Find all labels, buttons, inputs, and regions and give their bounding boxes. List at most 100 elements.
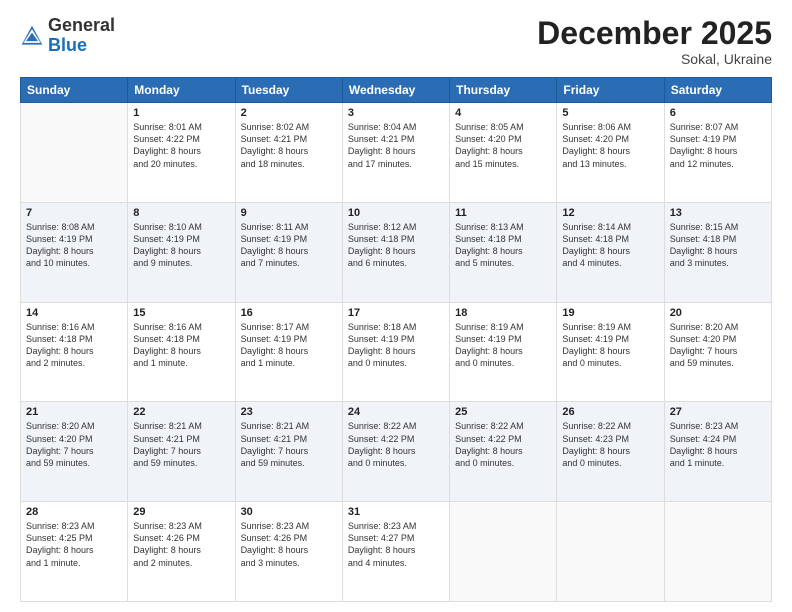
month-title: December 2025: [537, 16, 772, 51]
day-number: 1: [133, 107, 229, 119]
cell-info: Sunrise: 8:11 AMSunset: 4:19 PMDaylight:…: [241, 221, 337, 270]
cell-info: Sunrise: 8:22 AMSunset: 4:23 PMDaylight:…: [562, 420, 658, 469]
calendar-cell: 26 Sunrise: 8:22 AMSunset: 4:23 PMDayligh…: [557, 402, 664, 502]
calendar-cell: 13 Sunrise: 8:15 AMSunset: 4:18 PMDayligh…: [664, 202, 771, 302]
cell-info: Sunrise: 8:23 AMSunset: 4:26 PMDaylight:…: [133, 520, 229, 569]
calendar-cell: 28Sunrise: 8:23 AMSunset: 4:25 PMDayligh…: [21, 502, 128, 602]
day-number: 25: [455, 406, 551, 418]
calendar-cell: 11 Sunrise: 8:13 AMSunset: 4:18 PMDayligh…: [450, 202, 557, 302]
day-number: 7: [26, 207, 122, 219]
logo-blue-text: Blue: [48, 35, 87, 55]
day-number: 26: [562, 406, 658, 418]
day-number: 6: [670, 107, 766, 119]
calendar-cell: 19 Sunrise: 8:19 AMSunset: 4:19 PMDayligh…: [557, 302, 664, 402]
calendar-cell: 14 Sunrise: 8:16 AMSunset: 4:18 PMDayligh…: [21, 302, 128, 402]
day-number: 19: [562, 307, 658, 319]
header: General Blue December 2025 Sokal, Ukrain…: [20, 16, 772, 67]
cell-info: Sunrise: 8:21 AMSunset: 4:21 PMDaylight:…: [241, 420, 337, 469]
day-header-thursday: Thursday: [450, 78, 557, 103]
calendar-cell: 4Sunrise: 8:05 AMSunset: 4:20 PMDaylight…: [450, 103, 557, 203]
cell-info: Sunrise: 8:14 AMSunset: 4:18 PMDaylight:…: [562, 221, 658, 270]
cell-info: Sunrise: 8:23 AMSunset: 4:24 PMDaylight:…: [670, 420, 766, 469]
day-number: 12: [562, 207, 658, 219]
cell-info: Sunrise: 8:23 AMSunset: 4:27 PMDaylight:…: [348, 520, 444, 569]
calendar-cell: 24 Sunrise: 8:22 AMSunset: 4:22 PMDayligh…: [342, 402, 449, 502]
day-header-saturday: Saturday: [664, 78, 771, 103]
calendar-week-row: 21 Sunrise: 8:20 AMSunset: 4:20 PMDayligh…: [21, 402, 772, 502]
calendar-week-row: 1 Sunrise: 8:01 AMSunset: 4:22 PMDaylight…: [21, 103, 772, 203]
calendar-table: SundayMondayTuesdayWednesdayThursdayFrid…: [20, 77, 772, 602]
calendar-cell: 2Sunrise: 8:02 AMSunset: 4:21 PMDaylight…: [235, 103, 342, 203]
calendar-cell: 10Sunrise: 8:12 AMSunset: 4:18 PMDayligh…: [342, 202, 449, 302]
calendar-week-row: 7Sunrise: 8:08 AMSunset: 4:19 PMDaylight…: [21, 202, 772, 302]
cell-info: Sunrise: 8:15 AMSunset: 4:18 PMDaylight:…: [670, 221, 766, 270]
calendar-cell: 3 Sunrise: 8:04 AMSunset: 4:21 PMDaylight…: [342, 103, 449, 203]
day-header-sunday: Sunday: [21, 78, 128, 103]
day-header-tuesday: Tuesday: [235, 78, 342, 103]
day-number: 17: [348, 307, 444, 319]
day-number: 13: [670, 207, 766, 219]
calendar-cell: 16 Sunrise: 8:17 AMSunset: 4:19 PMDayligh…: [235, 302, 342, 402]
calendar-cell: [21, 103, 128, 203]
calendar-cell: 8Sunrise: 8:10 AMSunset: 4:19 PMDaylight…: [128, 202, 235, 302]
calendar-header-row: SundayMondayTuesdayWednesdayThursdayFrid…: [21, 78, 772, 103]
day-number: 31: [348, 506, 444, 518]
calendar-cell: [664, 502, 771, 602]
cell-info: Sunrise: 8:04 AMSunset: 4:21 PMDaylight:…: [348, 121, 444, 170]
calendar-cell: 9Sunrise: 8:11 AMSunset: 4:19 PMDaylight…: [235, 202, 342, 302]
cell-info: Sunrise: 8:20 AMSunset: 4:20 PMDaylight:…: [670, 321, 766, 370]
logo: General Blue: [20, 16, 115, 56]
cell-info: Sunrise: 8:21 AMSunset: 4:21 PMDaylight:…: [133, 420, 229, 469]
day-number: 16: [241, 307, 337, 319]
calendar-cell: 5Sunrise: 8:06 AMSunset: 4:20 PMDaylight…: [557, 103, 664, 203]
day-number: 11: [455, 207, 551, 219]
calendar-cell: 22Sunrise: 8:21 AMSunset: 4:21 PMDayligh…: [128, 402, 235, 502]
calendar-cell: 12 Sunrise: 8:14 AMSunset: 4:18 PMDayligh…: [557, 202, 664, 302]
day-number: 3: [348, 107, 444, 119]
cell-info: Sunrise: 8:17 AMSunset: 4:19 PMDaylight:…: [241, 321, 337, 370]
cell-info: Sunrise: 8:22 AMSunset: 4:22 PMDaylight:…: [348, 420, 444, 469]
day-number: 28: [26, 506, 122, 518]
location: Sokal, Ukraine: [537, 51, 772, 67]
calendar-cell: 21 Sunrise: 8:20 AMSunset: 4:20 PMDayligh…: [21, 402, 128, 502]
day-number: 27: [670, 406, 766, 418]
day-number: 2: [241, 107, 337, 119]
calendar-cell: 6Sunrise: 8:07 AMSunset: 4:19 PMDaylight…: [664, 103, 771, 203]
cell-info: Sunrise: 8:19 AMSunset: 4:19 PMDaylight:…: [455, 321, 551, 370]
calendar-cell: 20 Sunrise: 8:20 AMSunset: 4:20 PMDayligh…: [664, 302, 771, 402]
cell-info: Sunrise: 8:20 AMSunset: 4:20 PMDaylight:…: [26, 420, 122, 469]
calendar-week-row: 14 Sunrise: 8:16 AMSunset: 4:18 PMDayligh…: [21, 302, 772, 402]
cell-info: Sunrise: 8:13 AMSunset: 4:18 PMDaylight:…: [455, 221, 551, 270]
logo-text: General Blue: [48, 16, 115, 56]
cell-info: Sunrise: 8:18 AMSunset: 4:19 PMDaylight:…: [348, 321, 444, 370]
cell-info: Sunrise: 8:10 AMSunset: 4:19 PMDaylight:…: [133, 221, 229, 270]
calendar-cell: [450, 502, 557, 602]
day-number: 20: [670, 307, 766, 319]
cell-info: Sunrise: 8:01 AMSunset: 4:22 PMDaylight:…: [133, 121, 229, 170]
calendar-cell: 18 Sunrise: 8:19 AMSunset: 4:19 PMDayligh…: [450, 302, 557, 402]
cell-info: Sunrise: 8:19 AMSunset: 4:19 PMDaylight:…: [562, 321, 658, 370]
day-number: 24: [348, 406, 444, 418]
calendar-cell: 15Sunrise: 8:16 AMSunset: 4:18 PMDayligh…: [128, 302, 235, 402]
day-header-friday: Friday: [557, 78, 664, 103]
logo-icon: [20, 24, 44, 48]
cell-info: Sunrise: 8:23 AMSunset: 4:26 PMDaylight:…: [241, 520, 337, 569]
day-number: 18: [455, 307, 551, 319]
calendar-cell: 1 Sunrise: 8:01 AMSunset: 4:22 PMDaylight…: [128, 103, 235, 203]
calendar-cell: 29 Sunrise: 8:23 AMSunset: 4:26 PMDayligh…: [128, 502, 235, 602]
logo-general-text: General: [48, 15, 115, 35]
day-number: 21: [26, 406, 122, 418]
cell-info: Sunrise: 8:05 AMSunset: 4:20 PMDaylight:…: [455, 121, 551, 170]
day-number: 29: [133, 506, 229, 518]
calendar-cell: 23Sunrise: 8:21 AMSunset: 4:21 PMDayligh…: [235, 402, 342, 502]
cell-info: Sunrise: 8:06 AMSunset: 4:20 PMDaylight:…: [562, 121, 658, 170]
day-number: 14: [26, 307, 122, 319]
day-number: 30: [241, 506, 337, 518]
cell-info: Sunrise: 8:22 AMSunset: 4:22 PMDaylight:…: [455, 420, 551, 469]
calendar-cell: 7Sunrise: 8:08 AMSunset: 4:19 PMDaylight…: [21, 202, 128, 302]
day-header-monday: Monday: [128, 78, 235, 103]
cell-info: Sunrise: 8:12 AMSunset: 4:18 PMDaylight:…: [348, 221, 444, 270]
cell-info: Sunrise: 8:16 AMSunset: 4:18 PMDaylight:…: [26, 321, 122, 370]
calendar-cell: 31 Sunrise: 8:23 AMSunset: 4:27 PMDayligh…: [342, 502, 449, 602]
calendar-cell: 25 Sunrise: 8:22 AMSunset: 4:22 PMDayligh…: [450, 402, 557, 502]
